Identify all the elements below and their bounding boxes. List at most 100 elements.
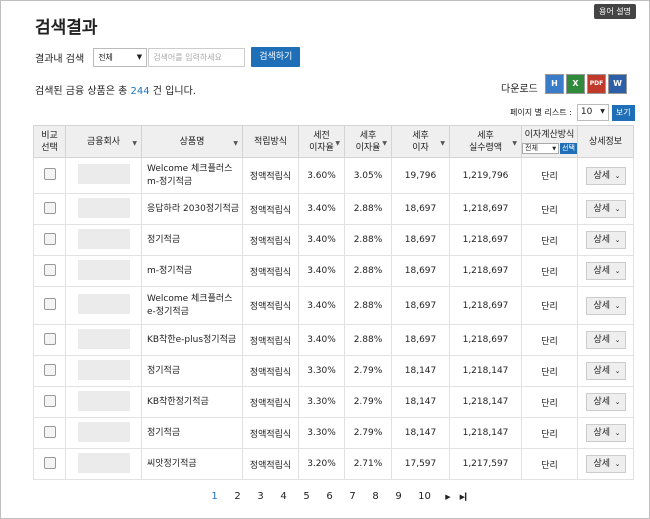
glossary-button[interactable]: 용어 설명 — [594, 4, 636, 19]
last-page-icon[interactable]: ▶▎ — [457, 493, 473, 501]
calc-method-select[interactable]: 전체 ▼ — [522, 143, 560, 154]
product-name[interactable]: Welcome 체크플러스m-정기적금 — [141, 157, 243, 194]
search-scope-value: 전체 — [98, 52, 113, 62]
sort-arrow-icon[interactable]: ▼ — [382, 138, 387, 150]
product-name[interactable]: KB착한e-plus정기적금 — [141, 324, 243, 356]
compare-checkbox[interactable] — [43, 332, 56, 345]
detail-button[interactable]: 상세 ⌄ — [585, 331, 626, 349]
page-link-3[interactable]: 3 — [249, 491, 272, 502]
product-name[interactable]: 응답하라 2030정기적금 — [141, 193, 243, 225]
compare-checkbox[interactable] — [43, 394, 56, 407]
page-link-6[interactable]: 6 — [318, 491, 341, 502]
page-link-7[interactable]: 7 — [341, 491, 364, 502]
detail-button[interactable]: 상세 ⌄ — [585, 362, 626, 380]
compare-checkbox[interactable] — [43, 201, 56, 214]
detail-cell: 상세 ⌄ — [577, 448, 634, 480]
search-scope-select[interactable]: 전체 ▼ — [93, 47, 148, 67]
sort-arrow-icon[interactable]: ▼ — [132, 138, 137, 150]
compare-checkbox[interactable] — [43, 363, 56, 376]
page-link-10[interactable]: 10 — [410, 491, 439, 502]
post-tax-rate-cell: 2.79% — [344, 386, 392, 418]
result-summary: 검색된 금융 상품은 총 244 건 입니다. — [35, 82, 196, 97]
per-page-select[interactable]: 10 ▼ — [576, 104, 609, 121]
detail-button[interactable]: 상세 ⌄ — [585, 231, 626, 249]
product-name[interactable]: m-정기적금 — [141, 255, 243, 287]
result-search-bar: 결과내 검색 전체 ▼ 검색어를 입력하세요 검색하기 — [35, 47, 301, 67]
post-tax-amount-cell: 1,218,147 — [449, 417, 522, 449]
search-input[interactable]: 검색어를 입력하세요 — [148, 47, 246, 67]
pre-tax-rate-cell: 3.60% — [298, 157, 345, 194]
detail-button[interactable]: 상세 ⌄ — [585, 455, 626, 473]
compare-checkbox[interactable] — [43, 425, 56, 438]
header-company[interactable]: 금융회사 ▼ — [65, 125, 142, 158]
page-link-9[interactable]: 9 — [387, 491, 410, 502]
post-tax-amount-cell: 1,218,147 — [449, 386, 522, 418]
detail-button[interactable]: 상세 ⌄ — [585, 296, 626, 315]
company-cell — [65, 324, 142, 356]
header-pre-tax-rate[interactable]: 세전 이자율 ▼ — [298, 125, 345, 158]
calc-method-apply-button[interactable]: 선택 — [560, 143, 577, 154]
table-row: m-정기적금 정액적립식 3.40% 2.88% 18,697 1,218,697 단리 상세… — [33, 255, 634, 287]
word-download-icon[interactable]: W — [608, 74, 627, 94]
compare-checkbox[interactable] — [43, 263, 56, 276]
detail-cell: 상세 ⌄ — [577, 417, 634, 449]
post-tax-amount-cell: 1,218,147 — [449, 355, 522, 387]
method-cell: 정액적립식 — [242, 324, 299, 356]
table-row: Welcome 체크플러스 e-정기적금 정액적립식 3.40% 2.88% 18,69… — [33, 286, 634, 325]
company-logo-blurred — [77, 197, 130, 218]
product-name[interactable]: Welcome 체크플러스 e-정기적금 — [141, 286, 243, 325]
calc-method-cell: 단리 — [521, 448, 578, 480]
post-tax-interest-cell: 18,697 — [391, 255, 450, 287]
detail-button[interactable]: 상세 ⌄ — [585, 166, 626, 185]
table-row: 정기적금 정액적립식 3.30% 2.79% 18,147 1,218,147 단리 상세 ⌄ — [33, 417, 634, 449]
pre-tax-rate-cell: 3.40% — [298, 255, 345, 287]
search-button[interactable]: 검색하기 — [251, 47, 301, 67]
pre-tax-rate-cell: 3.30% — [298, 417, 345, 449]
page-link-2[interactable]: 2 — [226, 491, 249, 502]
dropdown-arrow-icon: ▼ — [552, 146, 557, 152]
product-name[interactable]: KB착한정기적금 — [141, 386, 243, 418]
pre-tax-rate-cell: 3.30% — [298, 386, 345, 418]
product-name[interactable]: 정기적금 — [141, 224, 243, 256]
detail-cell: 상세 ⌄ — [577, 324, 634, 356]
method-cell: 정액적립식 — [242, 417, 299, 449]
compare-checkbox[interactable] — [43, 298, 56, 310]
header-post-tax-amount[interactable]: 세후 실수령액 ▼ — [449, 125, 522, 158]
sort-arrow-icon[interactable]: ▼ — [512, 138, 517, 150]
detail-button[interactable]: 상세 ⌄ — [585, 393, 626, 411]
product-name[interactable]: 정기적금 — [141, 355, 243, 387]
pre-tax-rate-cell: 3.40% — [298, 193, 345, 225]
calc-method-cell: 단리 — [521, 355, 578, 387]
download-label: 다운로드 — [501, 84, 538, 95]
per-page-view-button[interactable]: 보기 — [611, 104, 635, 121]
page-link-1[interactable]: 1 — [203, 491, 226, 502]
compare-checkbox[interactable] — [43, 232, 56, 245]
next-page-icon[interactable]: ▶ — [439, 493, 457, 501]
company-logo-blurred — [77, 390, 130, 411]
page-link-5[interactable]: 5 — [295, 491, 318, 502]
table-row: Welcome 체크플러스m-정기적금 정액적립식 3.60% 3.05% 19,796… — [33, 157, 634, 194]
hwp-download-icon[interactable]: H — [545, 74, 564, 94]
company-logo-blurred — [77, 452, 130, 473]
post-tax-interest-cell: 18,147 — [391, 386, 450, 418]
table-row: KB착한e-plus정기적금 정액적립식 3.40% 2.88% 18,697 1,218… — [33, 324, 634, 356]
product-name[interactable]: 정기적금 — [141, 417, 243, 449]
header-product[interactable]: 상품명 ▼ — [141, 125, 243, 158]
compare-checkbox[interactable] — [43, 168, 56, 180]
header-post-tax-interest[interactable]: 세후 이자 ▼ — [391, 125, 450, 158]
pre-tax-rate-cell: 3.40% — [298, 286, 345, 325]
sort-arrow-icon[interactable]: ▼ — [233, 138, 238, 150]
compare-checkbox[interactable] — [43, 456, 56, 469]
excel-download-icon[interactable]: X — [566, 74, 585, 94]
detail-button[interactable]: 상세 ⌄ — [585, 424, 626, 442]
page-link-8[interactable]: 8 — [364, 491, 387, 502]
page-link-4[interactable]: 4 — [272, 491, 295, 502]
company-logo-blurred — [77, 359, 130, 380]
sort-arrow-icon[interactable]: ▼ — [335, 138, 340, 150]
pdf-download-icon[interactable]: PDF — [587, 74, 606, 94]
sort-arrow-icon[interactable]: ▼ — [440, 138, 445, 150]
header-post-tax-rate[interactable]: 세후 이자율 ▼ — [344, 125, 392, 158]
detail-button[interactable]: 상세 ⌄ — [585, 200, 626, 218]
product-name[interactable]: 씨앗정기적금 — [141, 448, 243, 480]
detail-button[interactable]: 상세 ⌄ — [585, 262, 626, 280]
